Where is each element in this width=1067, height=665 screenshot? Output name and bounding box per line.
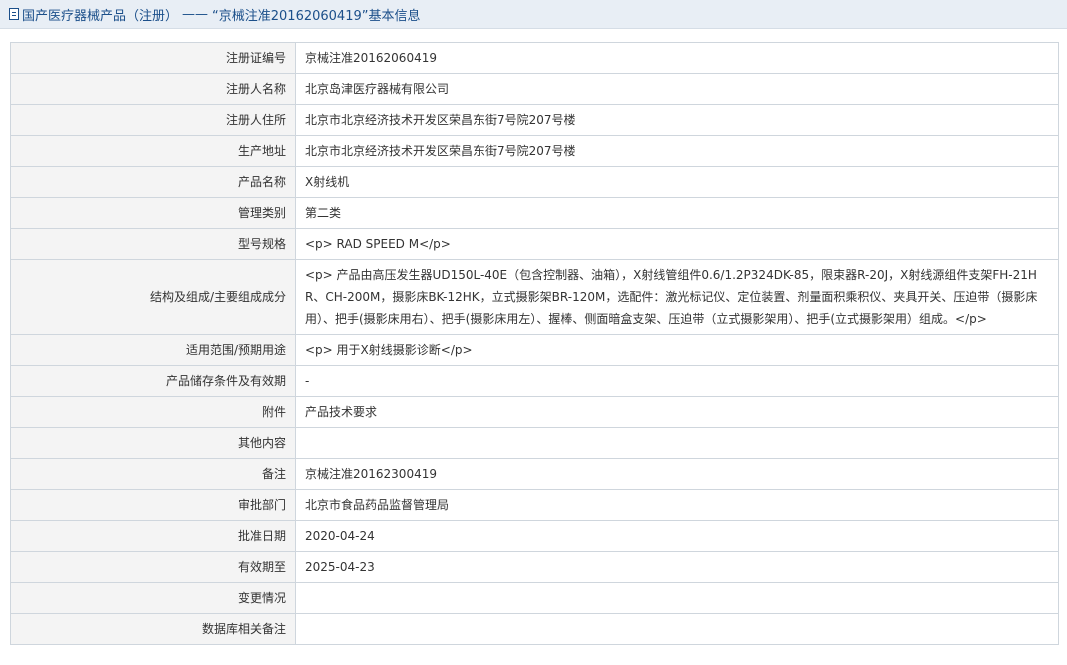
table-row: 注册人名称 北京岛津医疗器械有限公司 bbox=[10, 73, 1059, 105]
row-value: 北京市食品药品监督管理局 bbox=[295, 489, 1059, 521]
page-header: 国产医疗器械产品（注册） —— “京械注准20162060419”基本信息 bbox=[0, 0, 1067, 29]
row-value bbox=[295, 613, 1059, 645]
table-row: 审批部门 北京市食品药品监督管理局 bbox=[10, 489, 1059, 521]
header-separator: —— bbox=[182, 6, 209, 22]
row-label: 备注 bbox=[10, 458, 296, 490]
row-label: 产品储存条件及有效期 bbox=[10, 365, 296, 397]
table-row: 其他内容 bbox=[10, 427, 1059, 459]
table-row: 批准日期 2020-04-24 bbox=[10, 520, 1059, 552]
row-label: 数据库相关备注 bbox=[10, 613, 296, 645]
table-row: 备注 京械注准20162300419 bbox=[10, 458, 1059, 490]
row-value bbox=[295, 582, 1059, 614]
row-label: 产品名称 bbox=[10, 166, 296, 198]
row-label: 注册人住所 bbox=[10, 104, 296, 136]
row-label: 批准日期 bbox=[10, 520, 296, 552]
table-row: 结构及组成/主要组成成分 <p> 产品由高压发生器UD150L-40E（包含控制… bbox=[10, 259, 1059, 335]
table-row: 数据库相关备注 bbox=[10, 613, 1059, 645]
table-row: 产品名称 X射线机 bbox=[10, 166, 1059, 198]
row-value: 产品技术要求 bbox=[295, 396, 1059, 428]
table-row: 有效期至 2025-04-23 bbox=[10, 551, 1059, 583]
row-label: 有效期至 bbox=[10, 551, 296, 583]
table-row: 产品储存条件及有效期 - bbox=[10, 365, 1059, 397]
row-value: 北京市北京经济技术开发区荣昌东街7号院207号楼 bbox=[295, 104, 1059, 136]
row-label: 生产地址 bbox=[10, 135, 296, 167]
table-row: 注册证编号 京械注准20162060419 bbox=[10, 42, 1059, 74]
row-value: 京械注准20162300419 bbox=[295, 458, 1059, 490]
row-value: <p> RAD SPEED M</p> bbox=[295, 228, 1059, 260]
table-row: 适用范围/预期用途 <p> 用于X射线摄影诊断</p> bbox=[10, 334, 1059, 366]
row-label: 管理类别 bbox=[10, 197, 296, 229]
row-value: 2025-04-23 bbox=[295, 551, 1059, 583]
row-label: 型号规格 bbox=[10, 228, 296, 260]
row-value: 京械注准20162060419 bbox=[295, 42, 1059, 74]
table-row: 型号规格 <p> RAD SPEED M</p> bbox=[10, 228, 1059, 260]
row-value: X射线机 bbox=[295, 166, 1059, 198]
row-label: 注册人名称 bbox=[10, 73, 296, 105]
table-row: 管理类别 第二类 bbox=[10, 197, 1059, 229]
table-row: 生产地址 北京市北京经济技术开发区荣昌东街7号院207号楼 bbox=[10, 135, 1059, 167]
table-row: 变更情况 bbox=[10, 582, 1059, 614]
header-record-title: “京械注准20162060419”基本信息 bbox=[212, 8, 421, 24]
header-category: 国产医疗器械产品（注册） bbox=[22, 8, 179, 24]
row-label: 附件 bbox=[10, 396, 296, 428]
row-label: 变更情况 bbox=[10, 582, 296, 614]
registration-info-table: 注册证编号 京械注准20162060419 注册人名称 北京岛津医疗器械有限公司… bbox=[10, 42, 1059, 645]
table-row: 注册人住所 北京市北京经济技术开发区荣昌东街7号院207号楼 bbox=[10, 104, 1059, 136]
row-label: 审批部门 bbox=[10, 489, 296, 521]
row-value: 2020-04-24 bbox=[295, 520, 1059, 552]
row-value bbox=[295, 427, 1059, 459]
row-label: 其他内容 bbox=[10, 427, 296, 459]
row-value: <p> 产品由高压发生器UD150L-40E（包含控制器、油箱），X射线管组件0… bbox=[295, 259, 1059, 335]
row-value: 北京市北京经济技术开发区荣昌东街7号院207号楼 bbox=[295, 135, 1059, 167]
table-row: 附件 产品技术要求 bbox=[10, 396, 1059, 428]
row-label: 注册证编号 bbox=[10, 42, 296, 74]
document-icon bbox=[9, 8, 19, 20]
row-value: <p> 用于X射线摄影诊断</p> bbox=[295, 334, 1059, 366]
row-value: 北京岛津医疗器械有限公司 bbox=[295, 73, 1059, 105]
row-value: 第二类 bbox=[295, 197, 1059, 229]
row-value: - bbox=[295, 365, 1059, 397]
row-label: 适用范围/预期用途 bbox=[10, 334, 296, 366]
row-label: 结构及组成/主要组成成分 bbox=[10, 259, 296, 335]
